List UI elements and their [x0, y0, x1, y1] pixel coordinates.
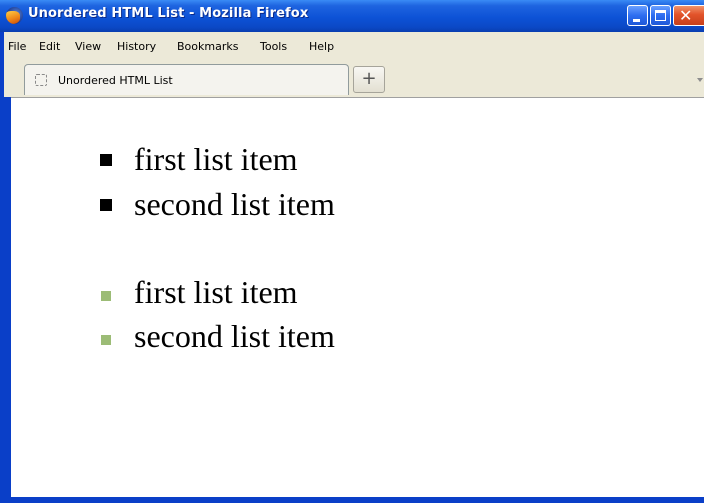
square-bullet-icon	[101, 291, 111, 301]
close-icon: ✕	[679, 6, 693, 25]
close-button[interactable]: ✕	[673, 5, 704, 26]
menu-tools[interactable]: Tools	[260, 40, 287, 53]
square-bullet-icon	[100, 154, 112, 166]
maximize-button[interactable]	[650, 5, 671, 26]
menu-bookmarks[interactable]: Bookmarks	[177, 40, 238, 53]
list-item-text: second list item	[134, 186, 335, 222]
firefox-icon[interactable]	[6, 7, 23, 24]
browser-window: Unordered HTML List - Mozilla Firefox ✕ …	[0, 0, 704, 503]
tab-unordered-html-list[interactable]: Unordered HTML List	[24, 64, 349, 95]
menu-file[interactable]: File	[8, 40, 26, 53]
window-title: Unordered HTML List - Mozilla Firefox	[28, 6, 309, 21]
menu-history[interactable]: History	[117, 40, 156, 53]
list-item-text: first list item	[134, 274, 298, 310]
list-item: first list item	[101, 273, 298, 311]
window-bottom-frame	[0, 497, 704, 503]
menu-edit[interactable]: Edit	[39, 40, 60, 53]
list-item: second list item	[101, 317, 335, 355]
list-item-text: second list item	[134, 318, 335, 354]
list-item-text: first list item	[134, 141, 298, 177]
title-bar[interactable]: Unordered HTML List - Mozilla Firefox ✕	[0, 0, 704, 32]
new-tab-button[interactable]: +	[353, 66, 385, 93]
list-item: first list item	[100, 140, 298, 178]
menu-view[interactable]: View	[75, 40, 101, 53]
chevron-down-icon[interactable]	[697, 78, 703, 82]
minimize-button[interactable]	[627, 5, 648, 26]
square-bullet-icon	[101, 335, 111, 345]
list-item: second list item	[100, 185, 335, 223]
menu-bar: File Edit View History Bookmarks Tools H…	[0, 32, 704, 60]
tab-strip: Unordered HTML List +	[0, 60, 704, 97]
tab-label: Unordered HTML List	[58, 74, 173, 87]
plus-icon: +	[361, 68, 377, 89]
blank-page-icon	[35, 74, 47, 86]
page-content: first list item second list item first l…	[11, 97, 704, 497]
menu-help[interactable]: Help	[309, 40, 334, 53]
square-bullet-icon	[100, 199, 112, 211]
